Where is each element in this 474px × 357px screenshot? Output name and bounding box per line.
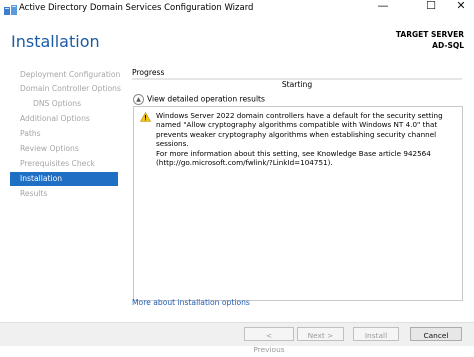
wizard-header: Installation TARGET SERVER AD-SQL	[0, 22, 474, 63]
install-button[interactable]: Install	[353, 327, 399, 341]
window-title: Active Directory Domain Services Configu…	[19, 3, 254, 13]
chevron-up-icon: ▲	[133, 94, 144, 105]
sidebar-item-review-options: Review Options	[20, 144, 79, 153]
previous-button[interactable]: < Previous	[244, 327, 294, 354]
ad-ds-app-icon	[4, 5, 17, 15]
minimize-button[interactable]: —	[368, 0, 398, 14]
sidebar-item-results: Results	[20, 189, 48, 198]
warning-message: Windows Server 2022 domain controllers h…	[156, 111, 443, 149]
sidebar-item-installation: Installation	[10, 172, 118, 186]
sidebar-item-domain-controller-options: Domain Controller Options	[20, 84, 121, 93]
sidebar-item-additional-options: Additional Options	[20, 114, 90, 123]
target-server-name: AD-SQL	[432, 41, 464, 50]
details-toggle-label: View detailed operation results	[147, 94, 265, 104]
maximize-button[interactable]: ☐	[416, 0, 446, 14]
main-content: Progress Starting ▲ View detailed operati…	[124, 63, 474, 325]
wizard-steps-sidebar: Deployment Configuration Domain Controll…	[0, 63, 124, 325]
operation-results-panel[interactable]: Windows Server 2022 domain controllers h…	[133, 106, 463, 301]
progress-status-text: Starting	[281, 80, 313, 89]
progress-label: Progress	[132, 68, 165, 77]
close-button[interactable]: ✕	[446, 0, 474, 14]
view-detailed-results-toggle[interactable]: ▲ View detailed operation results	[133, 94, 265, 105]
sidebar-item-paths: Paths	[20, 129, 41, 138]
next-button[interactable]: Next >	[297, 327, 344, 341]
wizard-footer: < Previous Next > Install Cancel	[0, 322, 474, 354]
more-about-installation-options-link[interactable]: More about installation options	[132, 298, 250, 307]
sidebar-item-dns-options: DNS Options	[33, 99, 82, 108]
page-title: Installation	[11, 32, 100, 51]
warning-icon	[140, 112, 151, 122]
warning-more-info: For more information about this setting,…	[156, 149, 431, 168]
target-server-label: TARGET SERVER	[395, 30, 464, 39]
cancel-button[interactable]: Cancel	[410, 327, 462, 341]
sidebar-item-prerequisites-check: Prerequisites Check	[20, 159, 95, 168]
sidebar-item-deployment-configuration: Deployment Configuration	[20, 70, 121, 79]
title-bar: Active Directory Domain Services Configu…	[0, 0, 474, 22]
